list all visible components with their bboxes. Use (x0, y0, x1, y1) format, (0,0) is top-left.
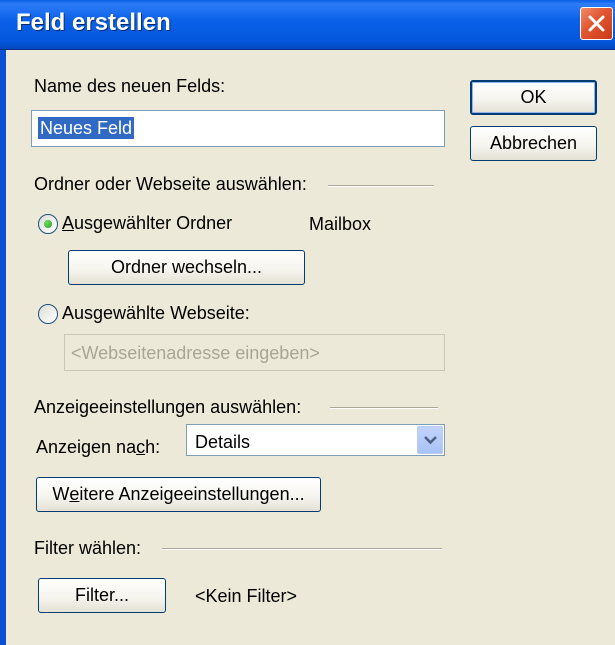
more-settings-accel: e (69, 484, 80, 504)
more-display-settings-button[interactable]: We itere Anzeigeeinstellungen... (36, 477, 321, 512)
show-by-value: Details (195, 432, 251, 452)
window-title: Feld erstellen (16, 9, 171, 36)
display-section-divider (330, 407, 438, 409)
display-section-heading: Anzeigeeinstellungen auswählen: (34, 397, 302, 417)
chevron-down-icon (424, 436, 437, 445)
title-bar[interactable]: Feld erstellen (0, 0, 615, 50)
cancel-button[interactable]: Abbrechen (470, 126, 597, 161)
filter-button[interactable]: Filter... (38, 578, 166, 613)
window-border (0, 50, 6, 645)
change-folder-button[interactable]: Ordner wechseln... (68, 250, 305, 285)
filter-value: <Kein Filter> (195, 586, 298, 606)
field-name-input[interactable]: Neues Feld (31, 110, 445, 147)
webpage-address-input: <Webseitenadresse eingeben> (64, 334, 445, 371)
selected-folder-label[interactable]: Ausgewählter Ordner (62, 213, 232, 234)
selected-folder-accel: A (62, 213, 75, 233)
dropdown-arrow-button[interactable] (417, 426, 443, 454)
selected-folder-value: Mailbox (309, 214, 372, 234)
selected-webpage-radio[interactable] (38, 304, 58, 324)
selected-webpage-label[interactable]: Ausgewählte Webseite: (62, 303, 250, 324)
field-name-label: Name des neuen Felds: (34, 76, 226, 96)
selected-folder-label-rest: usgewählter Ordner (74, 213, 233, 233)
close-button[interactable] (580, 7, 613, 40)
folder-section-divider (328, 185, 434, 187)
folder-section-heading: Ordner oder Webseite auswählen: (34, 174, 307, 194)
webpage-address-placeholder: <Webseitenadresse eingeben> (71, 343, 320, 363)
field-name-value: Neues Feld (38, 117, 135, 139)
selected-folder-radio[interactable] (38, 214, 58, 234)
more-settings-prefix: W (52, 484, 70, 504)
show-by-label-rest: h: (145, 437, 161, 457)
show-by-label-prefix: Anzeigen na (36, 437, 137, 457)
show-by-label-accel: c (136, 437, 146, 457)
show-by-label: Anzeigen nach: (36, 437, 160, 458)
filter-section-heading: Filter wählen: (34, 538, 142, 558)
filter-section-divider (162, 548, 442, 550)
show-by-dropdown[interactable]: Details (186, 424, 445, 456)
ok-button[interactable]: OK (470, 80, 597, 115)
radio-checked-dot (44, 220, 52, 228)
more-settings-rest: itere Anzeigeeinstellungen... (79, 484, 305, 504)
create-field-dialog: Feld erstellen Name des neuen Felds: Neu… (0, 0, 615, 645)
